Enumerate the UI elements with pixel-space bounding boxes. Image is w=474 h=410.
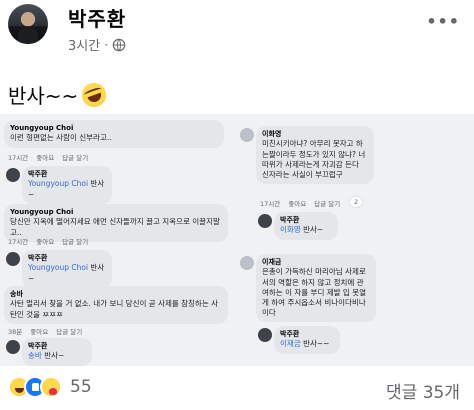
more-options-icon[interactable]: ••• xyxy=(426,12,460,31)
reaction-summary[interactable]: 55 xyxy=(8,376,92,398)
reply-bubble: 박주환 Youngyoup Choi 반사~ xyxy=(22,166,112,204)
rolling-laughing-emoji xyxy=(78,79,110,110)
commenter-avatar xyxy=(6,252,20,266)
reaction-count[interactable]: 55 xyxy=(70,377,92,397)
comment-bubble: 송바 사탄 멀리서 찾을 거 없소. 내가 보니 당신이 곧 사제를 참칭하는 … xyxy=(4,286,228,324)
right-screenshot-column: 이화영 미친시키아냐? 아무리 못자고 하는짤이라두 정도가 있지 않냐? 너따… xyxy=(238,114,474,366)
reply-bubble: 박주환 송바 반사~ xyxy=(22,338,92,366)
left-screenshot-column: Youngyoup Choi 이런 형편없는 사람이 신부라고.. 17시간 좋… xyxy=(0,114,232,366)
comment-screenshots: Youngyoup Choi 이런 형편없는 사람이 신부라고.. 17시간 좋… xyxy=(0,114,474,366)
comment-actions: 17시간 좋아요 답글 달기 xyxy=(8,238,89,246)
post-time[interactable]: 3시간 xyxy=(68,35,100,54)
comment-bubble: Youngyoup Choi 이런 형편없는 사람이 신부라고.. xyxy=(4,120,224,148)
commenter-avatar xyxy=(258,214,272,228)
reply-bubble: 박주환 Youngyoup Choi 반사~ xyxy=(22,250,112,288)
post-message: 반사~~ xyxy=(8,84,79,108)
globe-icon[interactable] xyxy=(112,38,126,52)
reaction-badge: 2 xyxy=(350,197,363,207)
comment-actions: 17시간 좋아요 답글 달기 xyxy=(8,154,89,162)
reply-bubble: 박주환 이화영 반사~ xyxy=(274,212,338,240)
post-text: 반사~~ xyxy=(8,79,110,110)
post-meta: 3시간 · xyxy=(68,35,126,54)
comments-count-link[interactable]: 댓글 35개 xyxy=(386,378,460,403)
commenter-avatar xyxy=(6,168,20,182)
commenter-avatar xyxy=(240,256,254,270)
comment-bubble: 이재금 은총이 가득하신 마리아님 사제로서의 역할은 하지 않고 정치에 관여… xyxy=(256,254,376,323)
author-avatar[interactable] xyxy=(8,4,48,44)
commenter-avatar xyxy=(6,340,20,354)
meta-separator: · xyxy=(104,37,109,52)
author-name[interactable]: 박주환 xyxy=(68,3,126,32)
care-reaction-icon xyxy=(40,376,62,398)
comment-bubble: 이화영 미친시키아냐? 아무리 못자고 하는짤이라두 정도가 있지 않냐? 너따… xyxy=(256,126,374,184)
commenter-avatar xyxy=(258,328,272,342)
reply-bubble: 박주환 이재금 반사~~ xyxy=(274,326,340,354)
comment-actions: 38분 좋아요 답글 달기 xyxy=(8,328,83,336)
comment-actions: 17시간 좋아요 답글 달기 xyxy=(260,200,341,208)
commenter-avatar xyxy=(240,128,254,142)
